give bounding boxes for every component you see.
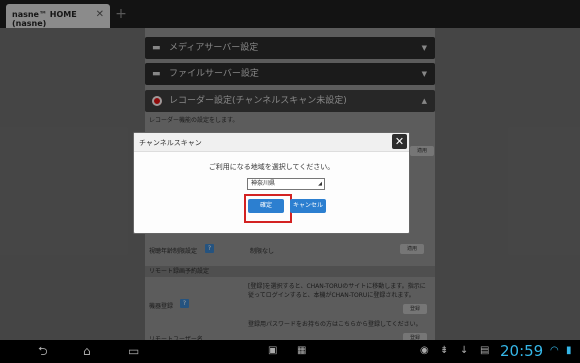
nasne-app-icon[interactable]: ▦ (297, 344, 306, 358)
channel-scan-dialog: チャンネルスキャン ✕ ご利用になる地域を選択してください。 神奈川県 ◢ 確定… (133, 132, 410, 234)
wifi-icon: ◠ (550, 345, 559, 356)
close-icon[interactable]: ✕ (392, 134, 407, 149)
back-icon[interactable]: ⮌ (38, 344, 48, 358)
battery-icon: ▮ (566, 345, 572, 356)
cancel-button[interactable]: キャンセル (290, 199, 326, 213)
download-icon: ↓ (460, 345, 469, 356)
system-nav-bar: ⮌ ⌂ ▭ ▣ ▦ ◉ ⇟ ↓ ▤ 20:59 ◠ ▮ (0, 340, 580, 363)
dropdown-arrow-icon: ◢ (318, 181, 322, 187)
dialog-title: チャンネルスキャン (139, 139, 202, 147)
region-select-value: 神奈川県 (251, 180, 276, 187)
notification-icon: ▤ (480, 345, 490, 356)
dialog-message: ご利用になる地域を選択してください。 (208, 163, 335, 171)
confirm-button[interactable]: 確定 (248, 199, 284, 213)
usb-icon: ⇟ (440, 345, 449, 356)
android-icon: ◉ (420, 345, 429, 356)
screenshot-icon[interactable]: ▣ (268, 344, 277, 358)
recent-apps-icon[interactable]: ▭ (128, 344, 139, 358)
dialog-header: チャンネルスキャン ✕ (134, 133, 409, 152)
region-select[interactable]: 神奈川県 ◢ (247, 178, 325, 190)
home-icon[interactable]: ⌂ (83, 344, 91, 358)
clock[interactable]: 20:59 (500, 342, 543, 360)
